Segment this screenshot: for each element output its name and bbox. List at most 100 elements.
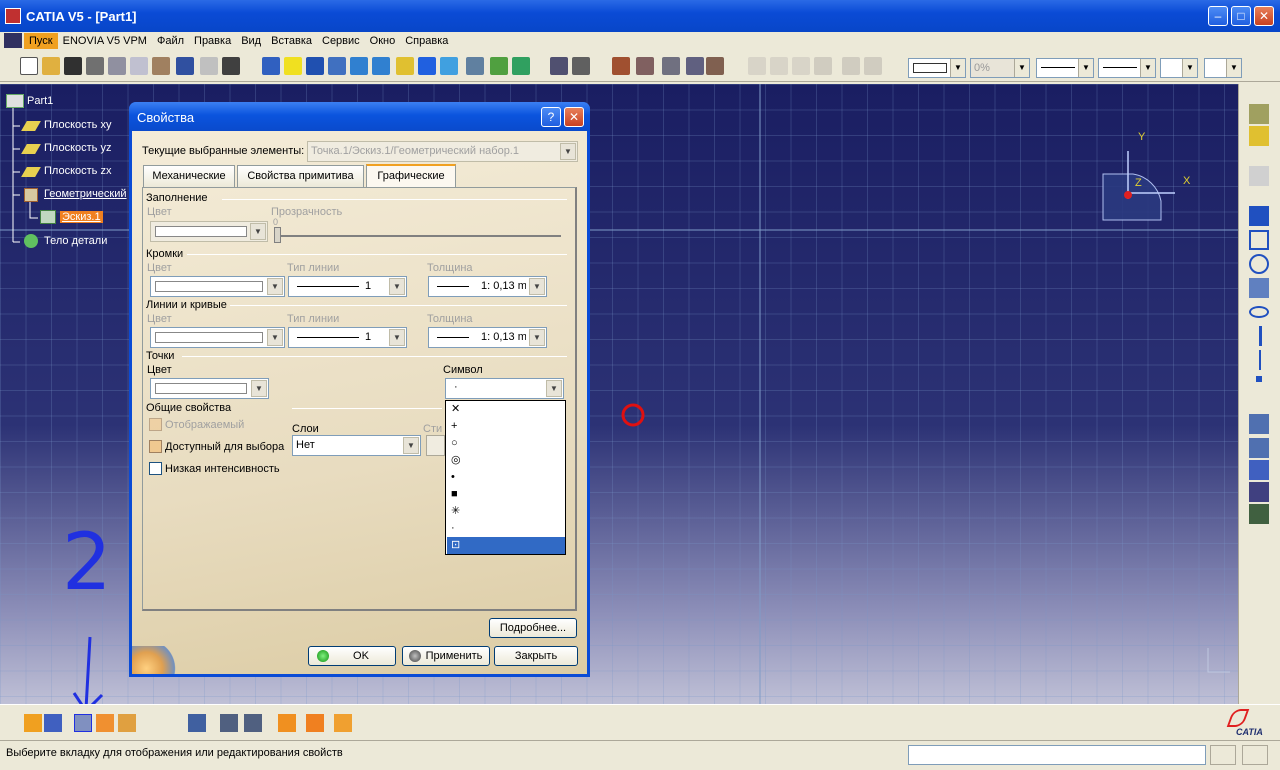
axis-line-icon[interactable] — [1259, 350, 1261, 370]
symbol-option-square[interactable]: ■ — [447, 486, 565, 503]
apply-button[interactable]: Применить — [402, 646, 490, 666]
app-menu-icon[interactable] — [4, 33, 22, 48]
symbol-option-small-square[interactable]: ⊡ — [447, 537, 565, 554]
fly-mode-icon[interactable] — [262, 57, 280, 75]
copy-icon[interactable] — [130, 57, 148, 75]
transparency-combo[interactable]: 0% ▼ — [970, 58, 1030, 78]
grid-table-icon[interactable] — [706, 57, 724, 75]
color-combo[interactable]: ▼ — [908, 58, 966, 78]
visualization-icon[interactable] — [244, 714, 262, 732]
print-icon[interactable] — [86, 57, 104, 75]
select-arrow-icon[interactable] — [1249, 166, 1269, 186]
selectable-checkbox[interactable] — [149, 440, 162, 453]
lines-color-dropdown[interactable]: ▼ — [150, 327, 285, 348]
lines-thickness-dropdown[interactable]: 1: 0,13 mr ▼ — [428, 327, 547, 348]
line-thickness-combo[interactable]: ▼ — [1036, 58, 1094, 78]
tree-item-geometric-set[interactable]: Геометрический — [44, 188, 127, 200]
dialog-close-button[interactable]: ✕ — [564, 107, 584, 127]
symbol-option-plus[interactable]: + — [447, 418, 565, 435]
redo-icon[interactable] — [200, 57, 218, 75]
selected-elements-field[interactable]: Точка.1/Эскиз.1/Геометрический набор.1 ▼ — [307, 141, 578, 162]
edges-color-dropdown[interactable]: ▼ — [150, 276, 285, 297]
line-type-combo[interactable]: ▼ — [1098, 58, 1156, 78]
more-button[interactable]: Подробнее... — [489, 618, 577, 638]
symbol-option-circle[interactable]: ○ — [447, 435, 565, 452]
close-button[interactable]: ✕ — [1254, 6, 1274, 26]
menu-tools[interactable]: Сервис — [317, 33, 365, 49]
rotate-icon[interactable] — [328, 57, 346, 75]
zoom-in-icon[interactable] — [350, 57, 368, 75]
grid-icon[interactable] — [24, 714, 42, 732]
table-icon[interactable] — [612, 57, 630, 75]
constraint-icon[interactable] — [306, 714, 324, 732]
profile-icon[interactable] — [1249, 206, 1269, 226]
save-icon[interactable] — [64, 57, 82, 75]
symbol-option-star[interactable]: ✳ — [447, 503, 565, 520]
status-button-2[interactable] — [1242, 745, 1268, 765]
pan-icon[interactable] — [306, 57, 324, 75]
menu-window[interactable]: Окно — [365, 33, 401, 49]
new-icon[interactable] — [20, 57, 38, 75]
low-intensity-checkbox[interactable] — [149, 462, 162, 475]
tree-item-plane-zx[interactable]: Плоскость zx — [44, 165, 111, 177]
sketch-icon[interactable] — [40, 210, 56, 224]
link2-icon[interactable] — [864, 57, 882, 75]
chamfer-icon[interactable] — [1249, 438, 1269, 458]
fit-all-icon[interactable] — [284, 57, 302, 75]
geometric-set-icon[interactable] — [24, 188, 38, 202]
part-icon[interactable] — [6, 94, 24, 108]
points-symbol-dropdown[interactable]: · ▼ — [445, 378, 564, 399]
menu-edit[interactable]: Правка — [189, 33, 236, 49]
menu-start[interactable]: Пуск — [24, 33, 58, 49]
paste-icon[interactable] — [152, 57, 170, 75]
menu-insert[interactable]: Вставка — [266, 33, 317, 49]
tree-item-plane-xy[interactable]: Плоскость xy — [44, 119, 111, 131]
tree-root-label[interactable]: Part1 — [27, 95, 53, 107]
trim-icon[interactable] — [1249, 460, 1269, 480]
exit-sketch-icon[interactable] — [1249, 104, 1269, 124]
project-icon[interactable] — [1249, 504, 1269, 524]
edges-line-type-dropdown[interactable]: 1 ▼ — [288, 276, 407, 297]
pencil-icon[interactable] — [662, 57, 680, 75]
spline-icon[interactable] — [1249, 278, 1269, 298]
axis-icon[interactable] — [686, 57, 704, 75]
shading-icon[interactable] — [466, 57, 484, 75]
rectangle-icon[interactable] — [1249, 230, 1269, 250]
diagnostic-icon[interactable] — [334, 714, 352, 732]
tab-mechanical[interactable]: Механические — [143, 165, 235, 187]
symbol-option-double-circle[interactable]: ◎ — [447, 452, 565, 469]
analysis-icon[interactable] — [188, 714, 206, 732]
construction-icon[interactable] — [74, 714, 92, 732]
arc2-tool-icon[interactable] — [792, 57, 810, 75]
menu-enovia[interactable]: ENOVIA V5 VPM — [58, 33, 152, 49]
undo-icon[interactable] — [176, 57, 194, 75]
symbol-option-dot[interactable]: • — [447, 469, 565, 486]
cut-icon[interactable] — [108, 57, 126, 75]
catalog-icon[interactable] — [572, 57, 590, 75]
minimize-button[interactable]: – — [1208, 6, 1228, 26]
corner-icon[interactable] — [1249, 414, 1269, 434]
line-icon[interactable] — [1259, 326, 1262, 346]
link-icon[interactable] — [842, 57, 860, 75]
multi-view-icon[interactable] — [418, 57, 436, 75]
mirror-icon[interactable] — [1249, 482, 1269, 502]
transparency-slider-thumb[interactable] — [274, 227, 281, 243]
menu-help[interactable]: Справка — [400, 33, 453, 49]
ellipse-icon[interactable] — [1249, 306, 1269, 318]
lines-line-type-dropdown[interactable]: 1 ▼ — [288, 327, 407, 348]
tree-item-part-body[interactable]: Тело детали — [44, 235, 107, 247]
whats-this-icon[interactable] — [222, 57, 240, 75]
symbol-option-cross[interactable]: ✕ — [447, 401, 565, 418]
export-icon[interactable] — [1249, 126, 1269, 146]
style-button[interactable] — [426, 435, 445, 456]
dialog-help-button[interactable]: ? — [541, 107, 561, 127]
tab-feature-properties[interactable]: Свойства примитива — [237, 165, 364, 187]
open-icon[interactable] — [42, 57, 60, 75]
geometric-constraint-icon[interactable] — [96, 714, 114, 732]
points-color-dropdown[interactable]: ▼ — [150, 378, 269, 399]
arc-tool-icon[interactable] — [770, 57, 788, 75]
hide-show-icon[interactable] — [490, 57, 508, 75]
close-dialog-button[interactable]: Закрыть — [494, 646, 578, 666]
cut-part-icon[interactable] — [278, 714, 296, 732]
layers-dropdown[interactable]: Нет ▼ — [292, 435, 421, 456]
